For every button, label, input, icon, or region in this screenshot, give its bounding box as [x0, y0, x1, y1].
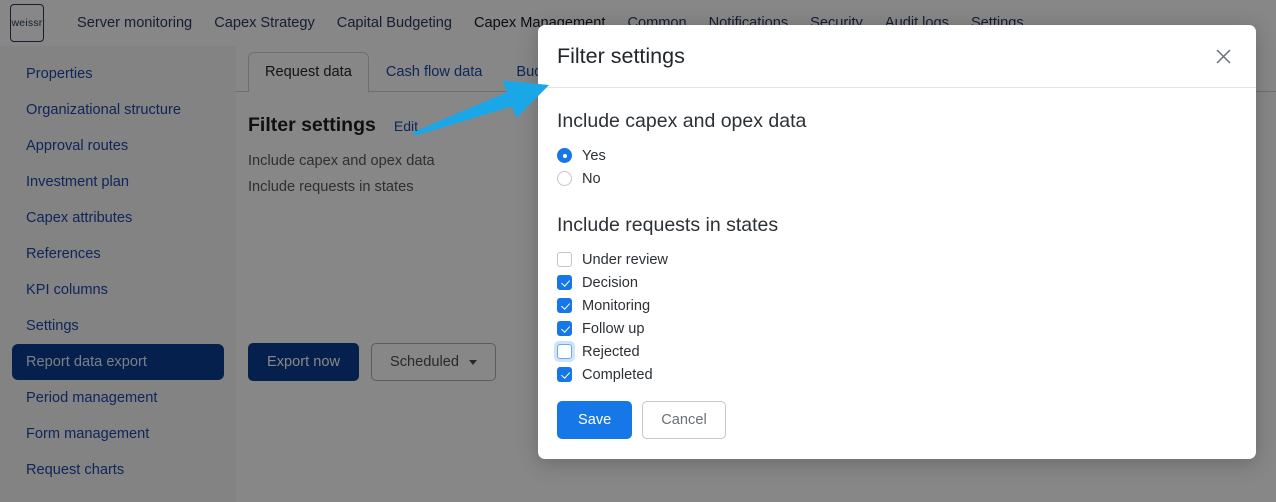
edit-link[interactable]: Edit [394, 118, 418, 134]
close-icon[interactable] [1209, 42, 1237, 70]
topnav-item-server-monitoring[interactable]: Server monitoring [66, 0, 203, 46]
radio-option-yes[interactable]: Yes [557, 144, 1237, 167]
sidebar-item-properties[interactable]: Properties [12, 56, 224, 92]
sidebar-item-settings[interactable]: Settings [12, 308, 224, 344]
cancel-button[interactable]: Cancel [642, 401, 726, 439]
app-logo[interactable]: weissr [10, 4, 44, 42]
checkbox-icon-decision[interactable] [557, 275, 572, 290]
dialog-title: Filter settings [557, 43, 685, 68]
dialog-body: Include capex and opex data Yes No Include … [538, 88, 1256, 401]
topnav-item-capital-budgeting[interactable]: Capital Budgeting [326, 0, 463, 46]
checkbox-icon-monitoring[interactable] [557, 298, 572, 313]
export-now-button[interactable]: Export now [248, 343, 360, 381]
section-heading: Include requests in states [557, 214, 779, 236]
sidebar-item-capex-attributes[interactable]: Capex attributes [12, 200, 224, 236]
radio-icon-no[interactable] [557, 171, 572, 186]
checkbox-option-rejected[interactable]: Rejected [554, 340, 1237, 363]
checkbox-option-decision[interactable]: Decision [557, 271, 1237, 294]
checkbox-control-decision[interactable] [557, 275, 572, 290]
checkbox-control-monitoring[interactable] [557, 298, 572, 313]
panel-actions: Export now Scheduled [248, 343, 496, 381]
sidebar-item-form-management[interactable]: Form management [12, 416, 224, 452]
scheduled-label: Scheduled [390, 354, 459, 370]
checkbox-option-under-review[interactable]: Under review [557, 248, 1237, 271]
checkbox-control-under-review[interactable] [557, 252, 572, 267]
app-logo-text: weissr [11, 17, 43, 29]
checkbox-icon-under-review[interactable] [557, 252, 572, 267]
sidebar-item-request-charts[interactable]: Request charts [12, 452, 224, 488]
tab-cash-flow-data[interactable]: Cash flow data [369, 52, 500, 91]
topnav-item-capex-strategy[interactable]: Capex Strategy [203, 0, 326, 46]
sidebar-item-report-data-export[interactable]: Report data export [12, 344, 224, 380]
sidebar-item-approval-routes[interactable]: Approval routes [12, 128, 224, 164]
dialog-footer: Save Cancel [538, 401, 1256, 459]
radio-option-no[interactable]: No [557, 167, 1237, 190]
dialog-section-1: Include capex and opex data Yes No [557, 110, 1237, 190]
option-label: Monitoring [582, 297, 651, 314]
checkbox-option-monitoring[interactable]: Monitoring [557, 294, 1237, 317]
checkbox-icon-completed[interactable] [557, 367, 572, 382]
checkbox-icon-rejected[interactable] [557, 344, 572, 359]
chevron-down-icon [469, 359, 477, 365]
save-button[interactable]: Save [557, 401, 633, 439]
page-title: Filter settings [248, 114, 376, 136]
option-label: Completed [582, 366, 653, 383]
tab-request-data[interactable]: Request data [248, 52, 369, 92]
sidebar-item-investment-plan[interactable]: Investment plan [12, 164, 224, 200]
sidebar: Properties Organizational structure Approv… [0, 46, 236, 502]
checkbox-icon-follow-up[interactable] [557, 321, 572, 336]
section-heading: Include capex and opex data [557, 110, 807, 132]
filter-settings-dialog: Filter settings Include capex and opex d… [538, 25, 1256, 459]
checkbox-control-completed[interactable] [557, 367, 572, 382]
option-label: Decision [582, 274, 638, 291]
option-label: Yes [582, 147, 606, 164]
sidebar-item-kpi-columns[interactable]: KPI columns [12, 272, 224, 308]
option-label: Follow up [582, 320, 645, 337]
sidebar-item-period-management[interactable]: Period management [12, 380, 224, 416]
option-label: Under review [582, 251, 668, 268]
checkbox-control-rejected[interactable] [554, 341, 575, 362]
dialog-section-2: Include requests in states Under review De… [554, 214, 1237, 386]
sidebar-item-organizational-structure[interactable]: Organizational structure [12, 92, 224, 128]
sidebar-item-references[interactable]: References [12, 236, 224, 272]
option-label: No [582, 170, 601, 187]
scheduled-dropdown-button[interactable]: Scheduled [371, 343, 496, 381]
checkbox-option-completed[interactable]: Completed [557, 363, 1237, 386]
option-label: Rejected [582, 343, 640, 360]
dialog-header: Filter settings [538, 25, 1256, 88]
checkbox-option-follow-up[interactable]: Follow up [557, 317, 1237, 340]
radio-icon-yes[interactable] [557, 148, 572, 163]
checkbox-control-follow-up[interactable] [557, 321, 572, 336]
